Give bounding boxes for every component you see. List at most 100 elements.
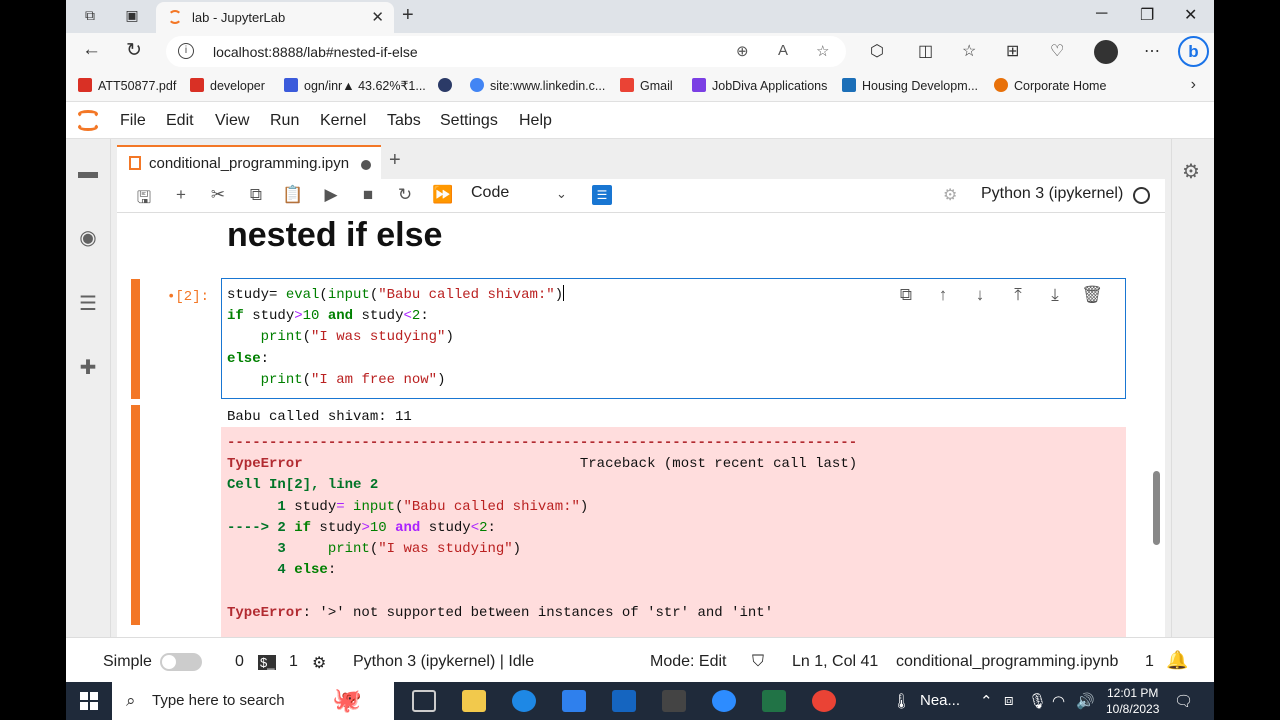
chevron-down-icon[interactable]: ⌄ bbox=[556, 186, 567, 202]
active-cell-bar[interactable] bbox=[131, 279, 140, 399]
file-explorer-icon[interactable] bbox=[462, 690, 486, 712]
extensions-icon[interactable]: ⬡ bbox=[870, 41, 884, 61]
menu-run[interactable]: Run bbox=[270, 112, 299, 130]
favorites-icon[interactable]: ☆ bbox=[962, 41, 976, 61]
property-inspector-gear-icon[interactable]: ⚙ bbox=[1182, 159, 1200, 184]
workspaces-icon[interactable]: ⧉ bbox=[80, 7, 100, 25]
mail-icon[interactable] bbox=[612, 690, 636, 712]
bookmark-item[interactable] bbox=[438, 78, 458, 93]
scrollbar-thumb[interactable] bbox=[1153, 471, 1160, 545]
new-tab-icon[interactable]: + bbox=[402, 4, 414, 27]
menu-help[interactable]: Help bbox=[519, 112, 552, 130]
unsaved-dot-icon[interactable] bbox=[361, 160, 371, 170]
microphone-icon[interactable]: 🎙 bbox=[1028, 692, 1047, 710]
menu-file[interactable]: File bbox=[120, 112, 146, 130]
duplicate-cell-icon[interactable]: ⧉ bbox=[895, 285, 917, 305]
task-view-icon[interactable] bbox=[412, 690, 436, 712]
move-up-icon[interactable]: ↑ bbox=[932, 285, 954, 305]
cell-type-select[interactable]: Code bbox=[471, 184, 509, 202]
bookmark-item[interactable]: Gmail bbox=[620, 78, 673, 93]
edge-icon[interactable] bbox=[512, 690, 536, 712]
weather-icon[interactable]: 🌡 bbox=[892, 692, 911, 710]
notebook-scrollbar[interactable] bbox=[1149, 213, 1165, 637]
read-aloud-icon[interactable]: A bbox=[778, 42, 788, 59]
code-content[interactable]: study= eval(input("Babu called shivam:")… bbox=[227, 285, 565, 391]
excel-icon[interactable] bbox=[762, 690, 786, 712]
chevron-up-icon[interactable]: ⌃ bbox=[980, 692, 993, 710]
minimize-icon[interactable]: ─ bbox=[1096, 5, 1107, 23]
chrome-icon[interactable] bbox=[812, 690, 836, 712]
bookmark-item[interactable]: JobDiva Applications bbox=[692, 78, 827, 93]
taskbar-search[interactable]: ⌕ Type here to search 🐙 bbox=[112, 682, 394, 720]
bookmark-item[interactable]: ATT50877.pdf bbox=[78, 78, 176, 93]
store-icon[interactable] bbox=[562, 690, 586, 712]
clock[interactable]: 12:01 PM 10/8/2023 bbox=[1106, 685, 1159, 717]
menu-edit[interactable]: Edit bbox=[166, 112, 194, 130]
run-icon[interactable]: ▶ bbox=[320, 185, 342, 205]
running-sessions-icon[interactable]: ◉ bbox=[77, 225, 99, 249]
kernel-name[interactable]: Python 3 (ipykernel) bbox=[981, 185, 1123, 203]
fast-forward-icon[interactable]: ⏩ bbox=[432, 185, 454, 205]
url-text[interactable]: localhost:8888/lab#nested-if-else bbox=[213, 44, 418, 60]
chevron-right-icon[interactable]: › bbox=[1191, 76, 1196, 94]
favorite-star-icon[interactable]: ☆ bbox=[816, 42, 829, 60]
mysql-icon[interactable] bbox=[662, 690, 686, 712]
volume-icon[interactable]: 🔊 bbox=[1076, 692, 1095, 710]
delete-cell-icon[interactable]: 🗑 bbox=[1081, 285, 1103, 305]
notification-center-icon[interactable]: 🗨 bbox=[1174, 692, 1193, 710]
copilot-icon[interactable]: b bbox=[1178, 36, 1209, 67]
search-placeholder[interactable]: Type here to search bbox=[152, 692, 285, 709]
debugger-icon[interactable]: ⚙ bbox=[943, 185, 957, 205]
profile-avatar[interactable] bbox=[1094, 40, 1118, 64]
shield-icon[interactable]: ⛉ bbox=[752, 653, 764, 671]
extension-puzzle-icon[interactable]: ✚ bbox=[77, 355, 99, 379]
new-launcher-icon[interactable]: + bbox=[389, 149, 401, 172]
bookmark-item[interactable]: ogn/inr▲ 43.62%₹1... bbox=[284, 78, 426, 93]
insert-above-icon[interactable]: ⤒ bbox=[1007, 285, 1029, 305]
window-close-icon[interactable]: ✕ bbox=[1184, 5, 1197, 25]
insert-cell-icon[interactable]: + bbox=[170, 185, 192, 205]
cut-icon[interactable]: ✂ bbox=[207, 185, 229, 205]
copy-icon[interactable]: ⧉ bbox=[245, 185, 267, 205]
property-inspector-icon[interactable]: ☰ bbox=[592, 185, 612, 205]
menu-kernel[interactable]: Kernel bbox=[320, 112, 366, 130]
cursor-position[interactable]: Ln 1, Col 41 bbox=[792, 653, 878, 671]
browser-essentials-icon[interactable]: ♡ bbox=[1050, 41, 1064, 61]
menu-tabs[interactable]: Tabs bbox=[387, 112, 421, 130]
code-editor[interactable]: study= eval(input("Babu called shivam:")… bbox=[221, 278, 1126, 399]
back-icon[interactable]: ← bbox=[82, 39, 101, 61]
split-screen-icon[interactable]: ◫ bbox=[918, 41, 933, 61]
restore-icon[interactable]: ❐ bbox=[1140, 5, 1154, 25]
notebook-tab[interactable]: conditional_programming.ipynb bbox=[117, 145, 381, 179]
paste-icon[interactable]: 📋 bbox=[282, 185, 304, 205]
address-bar[interactable]: i localhost:8888/lab#nested-if-else ⊕ A … bbox=[166, 36, 846, 67]
wifi-icon[interactable]: ◠ bbox=[1052, 692, 1065, 710]
restart-icon[interactable]: ↻ bbox=[394, 185, 416, 205]
menu-view[interactable]: View bbox=[215, 112, 249, 130]
menu-settings[interactable]: Settings bbox=[440, 112, 498, 130]
close-tab-icon[interactable]: ✕ bbox=[371, 8, 384, 26]
collections-icon[interactable]: ⊞ bbox=[1006, 41, 1019, 61]
refresh-icon[interactable]: ↻ bbox=[126, 39, 142, 62]
more-menu-icon[interactable]: ⋯ bbox=[1144, 41, 1160, 61]
bookmark-item[interactable]: Housing Developm... bbox=[842, 78, 978, 93]
stop-icon[interactable]: ■ bbox=[357, 185, 379, 205]
bookmark-item[interactable]: developer bbox=[190, 78, 265, 93]
weather-text[interactable]: Nea... bbox=[920, 692, 960, 709]
kernel-gear-icon[interactable]: ⚙ bbox=[312, 653, 326, 673]
simple-mode-toggle[interactable] bbox=[160, 653, 202, 671]
tab-actions-icon[interactable]: ▣ bbox=[122, 7, 142, 25]
terminal-icon[interactable]: $_ bbox=[258, 655, 277, 670]
bookmark-item[interactable]: Corporate Home bbox=[994, 78, 1106, 93]
zoom-icon[interactable]: ⊕ bbox=[736, 42, 749, 60]
zoom-icon-app[interactable] bbox=[712, 690, 736, 712]
bell-icon[interactable]: 🔔 bbox=[1166, 650, 1188, 671]
site-info-icon[interactable]: i bbox=[178, 43, 194, 59]
output-collapse-bar[interactable] bbox=[131, 405, 140, 625]
bookmark-item[interactable]: site:www.linkedin.c... bbox=[470, 78, 605, 93]
save-icon[interactable]: 🖫 bbox=[133, 185, 155, 214]
folder-icon[interactable]: ▬ bbox=[77, 161, 99, 183]
insert-below-icon[interactable]: ⤓ bbox=[1044, 285, 1066, 305]
browser-tab[interactable]: lab - JupyterLab ✕ bbox=[156, 2, 394, 33]
move-down-icon[interactable]: ↓ bbox=[969, 285, 991, 305]
